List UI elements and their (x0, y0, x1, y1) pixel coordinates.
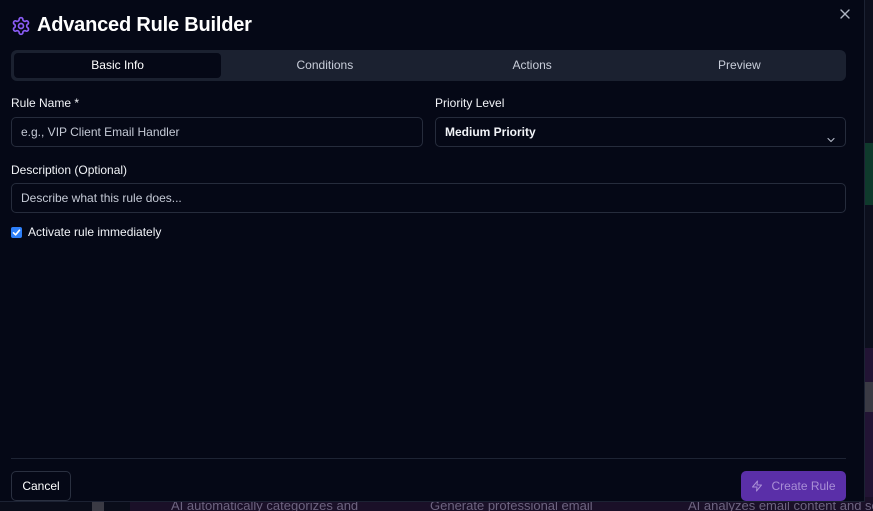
footer-divider (11, 458, 846, 459)
background-card-purple (864, 348, 873, 511)
tab-actions[interactable]: Actions (429, 53, 636, 78)
chevron-down-icon (826, 127, 836, 143)
activate-rule-checkbox[interactable] (11, 226, 22, 238)
background-right-edge (864, 0, 873, 511)
rule-builder-dialog: Advanced Rule Builder Basic Info Conditi… (0, 0, 865, 502)
description-label: Description (Optional) (11, 163, 128, 177)
create-rule-label: Create Rule (771, 479, 836, 493)
priority-level-value: Medium Priority (445, 125, 536, 139)
background-card-green (864, 143, 873, 205)
tab-preview[interactable]: Preview (636, 53, 843, 78)
cancel-button[interactable]: Cancel (11, 471, 71, 501)
tab-basic-info[interactable]: Basic Info (14, 53, 222, 78)
dialog-header: Advanced Rule Builder (11, 14, 252, 37)
rule-name-label: Rule Name * (11, 96, 80, 110)
description-input[interactable]: Describe what this rule does... (11, 183, 846, 213)
tab-bar: Basic Info Conditions Actions Preview (11, 50, 846, 81)
rule-name-input[interactable]: e.g., VIP Client Email Handler (11, 117, 423, 147)
lightning-icon (751, 480, 763, 492)
activate-rule-row[interactable]: Activate rule immediately (11, 225, 161, 239)
description-placeholder: Describe what this rule does... (21, 191, 182, 205)
priority-level-select[interactable]: Medium Priority (435, 117, 846, 147)
rule-name-placeholder: e.g., VIP Client Email Handler (21, 125, 180, 139)
create-rule-button[interactable]: Create Rule (741, 471, 846, 501)
gear-icon (11, 16, 31, 36)
activate-rule-label: Activate rule immediately (28, 225, 162, 239)
background-card-gray (864, 382, 873, 412)
tab-conditions[interactable]: Conditions (221, 53, 428, 78)
dialog-title: Advanced Rule Builder (37, 14, 252, 36)
close-icon[interactable] (838, 7, 852, 21)
priority-level-label: Priority Level (435, 96, 505, 110)
